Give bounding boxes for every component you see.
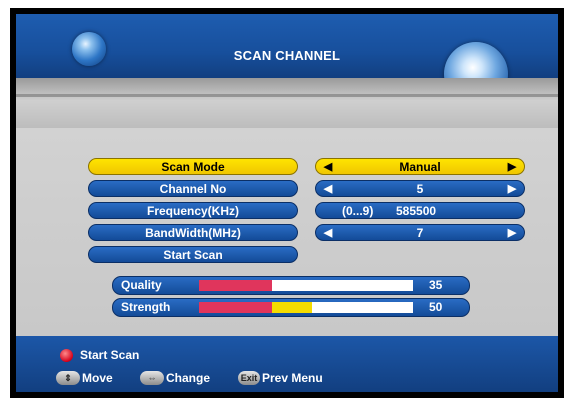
left-right-arrow-icon: ⇔ xyxy=(140,371,164,385)
quality-track xyxy=(199,280,413,291)
frequency-label[interactable]: Frequency(KHz) xyxy=(88,202,298,219)
change-hint: Change xyxy=(166,371,211,385)
quality-label: Quality xyxy=(121,278,162,292)
prev-menu-hint: Prev Menu xyxy=(262,371,323,385)
start-scan-hint: Start Scan xyxy=(80,348,140,362)
arrow-right-icon[interactable]: ▶ xyxy=(506,159,518,176)
header-divider-bar xyxy=(16,78,558,128)
start-scan-button[interactable]: Start Scan xyxy=(88,246,298,263)
move-hint: Move xyxy=(82,371,113,385)
strength-label: Strength xyxy=(121,300,171,314)
red-button-icon xyxy=(60,349,73,362)
tv-screen-frame: SCAN CHANNEL Scan Mode ◀ Manual ▶ Channe… xyxy=(10,8,564,398)
scan-mode-label[interactable]: Scan Mode xyxy=(88,158,298,175)
tv-screen: SCAN CHANNEL Scan Mode ◀ Manual ▶ Channe… xyxy=(16,14,558,392)
frequency-hint: (0...9) xyxy=(342,204,374,218)
strength-meter: Strength 50 xyxy=(112,298,470,317)
strength-track xyxy=(199,302,413,313)
footer-bar: Start Scan ⇕ Move ⇔ Change Exit Prev Men… xyxy=(16,336,558,392)
channel-no-value: 5 xyxy=(416,182,424,196)
bandwidth-value: 7 xyxy=(416,226,424,240)
frequency-value: 585500 xyxy=(396,204,437,218)
quality-value: 35 xyxy=(429,278,443,292)
channel-no-selector[interactable]: ◀ 5 ▶ xyxy=(315,180,525,197)
divider-line xyxy=(16,94,558,97)
arrow-right-icon[interactable]: ▶ xyxy=(506,181,518,198)
arrow-right-icon[interactable]: ▶ xyxy=(506,225,518,242)
strength-value: 50 xyxy=(429,300,443,314)
quality-fill-red xyxy=(199,280,272,291)
up-down-arrow-icon: ⇕ xyxy=(56,371,80,385)
quality-meter: Quality 35 xyxy=(112,276,470,295)
settings-panel: Scan Mode ◀ Manual ▶ Channel No ◀ 5 ▶ Fr… xyxy=(16,128,558,336)
bandwidth-selector[interactable]: ◀ 7 ▶ xyxy=(315,224,525,241)
bandwidth-label[interactable]: BandWidth(MHz) xyxy=(88,224,298,241)
scan-mode-selector[interactable]: ◀ Manual ▶ xyxy=(315,158,525,175)
exit-key-icon: Exit xyxy=(238,371,260,385)
header-bar: SCAN CHANNEL xyxy=(16,14,558,106)
strength-fill-red xyxy=(199,302,272,313)
channel-no-label[interactable]: Channel No xyxy=(88,180,298,197)
scan-mode-value: Manual xyxy=(399,160,441,174)
strength-fill-yellow xyxy=(271,302,313,313)
frequency-input[interactable]: (0...9) 585500 xyxy=(315,202,525,219)
